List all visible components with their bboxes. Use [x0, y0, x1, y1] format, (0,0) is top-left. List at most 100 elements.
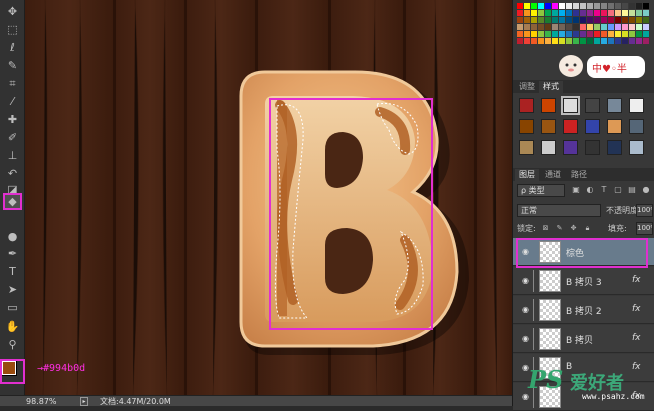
marquee-icon[interactable]: ⬚	[3, 21, 22, 38]
color-swatch[interactable]	[636, 10, 642, 16]
pen-icon[interactable]: ✒	[3, 245, 22, 262]
color-swatch[interactable]	[531, 24, 537, 30]
visibility-eye-icon[interactable]: ◉	[520, 305, 531, 314]
color-swatch[interactable]	[580, 38, 586, 44]
color-swatch[interactable]	[643, 3, 649, 9]
shape-filter-icon[interactable]: ▢	[613, 185, 623, 195]
color-swatch[interactable]	[587, 38, 593, 44]
history-brush-icon[interactable]: ↶	[3, 165, 22, 182]
color-swatch[interactable]	[552, 38, 558, 44]
color-swatch[interactable]	[594, 31, 600, 37]
layer-effects-icon[interactable]: fx	[632, 333, 641, 343]
color-swatch[interactable]	[524, 31, 530, 37]
path-select-icon[interactable]: ➤	[3, 281, 22, 298]
color-swatch[interactable]	[566, 10, 572, 16]
color-swatch[interactable]	[517, 17, 523, 23]
style-preset[interactable]	[563, 140, 578, 155]
color-swatch[interactable]	[559, 17, 565, 23]
type-filter-icon[interactable]: T	[599, 185, 609, 195]
color-swatch[interactable]	[559, 24, 565, 30]
color-swatch[interactable]	[608, 31, 614, 37]
pixel-filter-icon[interactable]: ▣	[571, 185, 581, 195]
style-preset[interactable]	[585, 98, 600, 113]
color-swatch[interactable]	[524, 17, 530, 23]
color-swatch[interactable]	[566, 31, 572, 37]
color-swatch[interactable]	[643, 38, 649, 44]
color-swatch[interactable]	[517, 3, 523, 9]
crop-icon[interactable]: ⌗	[3, 75, 22, 92]
paint-bucket-icon[interactable]: ◆	[3, 193, 22, 210]
color-swatch[interactable]	[608, 17, 614, 23]
color-swatch[interactable]	[643, 10, 649, 16]
layer-name[interactable]: B 拷贝 2	[566, 304, 602, 317]
visibility-eye-icon[interactable]: ◉	[520, 334, 531, 343]
color-swatch[interactable]	[636, 17, 642, 23]
color-swatch[interactable]	[538, 24, 544, 30]
color-swatch[interactable]	[580, 3, 586, 9]
lock-transparent-icon[interactable]: ⊠	[541, 224, 550, 233]
color-swatch[interactable]	[587, 3, 593, 9]
tab-styles[interactable]: 样式	[539, 81, 563, 93]
color-swatch[interactable]	[608, 24, 614, 30]
move-icon[interactable]: ✥	[3, 3, 22, 20]
color-swatch[interactable]	[545, 24, 551, 30]
color-swatch[interactable]	[629, 10, 635, 16]
color-swatch[interactable]	[552, 24, 558, 30]
style-preset[interactable]	[607, 119, 622, 134]
color-swatch[interactable]	[580, 31, 586, 37]
color-swatch[interactable]	[538, 17, 544, 23]
color-swatch[interactable]	[622, 24, 628, 30]
color-swatch[interactable]	[517, 38, 523, 44]
layer-row[interactable]: ◉ B 拷贝 3 fx	[513, 267, 654, 295]
filter-toggle-icon[interactable]: ●	[641, 185, 651, 195]
color-swatch[interactable]	[601, 10, 607, 16]
tab-paths[interactable]: 路径	[567, 169, 591, 181]
color-swatch[interactable]	[573, 38, 579, 44]
color-swatch[interactable]	[559, 3, 565, 9]
color-swatch[interactable]	[580, 24, 586, 30]
color-swatch[interactable]	[601, 31, 607, 37]
style-preset[interactable]	[629, 98, 644, 113]
color-swatch[interactable]	[566, 38, 572, 44]
style-preset[interactable]	[607, 98, 622, 113]
layer-thumbnail[interactable]	[539, 299, 561, 321]
opacity-input[interactable]: 100%	[636, 204, 653, 217]
layer-effects-icon[interactable]: fx	[632, 304, 641, 314]
tab-layers[interactable]: 图层	[515, 169, 539, 181]
style-preset[interactable]	[541, 119, 556, 134]
visibility-eye-icon[interactable]: ◉	[520, 276, 531, 285]
color-swatch[interactable]	[594, 3, 600, 9]
color-swatch[interactable]	[559, 31, 565, 37]
tab-adjustments[interactable]: 调整	[515, 81, 539, 93]
color-swatch[interactable]	[573, 3, 579, 9]
eyedropper-icon[interactable]: ⁄	[3, 93, 22, 110]
color-swatch[interactable]	[594, 38, 600, 44]
color-swatch[interactable]	[629, 3, 635, 9]
color-swatch[interactable]	[608, 38, 614, 44]
color-swatch[interactable]	[629, 17, 635, 23]
color-swatch[interactable]	[531, 17, 537, 23]
color-swatch[interactable]	[517, 24, 523, 30]
style-preset[interactable]	[585, 119, 600, 134]
shape-icon[interactable]: ▭	[3, 299, 22, 316]
color-swatch[interactable]	[601, 3, 607, 9]
style-preset[interactable]	[607, 140, 622, 155]
color-swatch[interactable]	[643, 24, 649, 30]
color-swatch[interactable]	[552, 10, 558, 16]
color-swatch[interactable]	[545, 3, 551, 9]
style-preset[interactable]	[519, 98, 534, 113]
quick-select-icon[interactable]: ✎	[3, 57, 22, 74]
color-swatch[interactable]	[622, 17, 628, 23]
color-swatch[interactable]	[587, 10, 593, 16]
color-swatch[interactable]	[601, 24, 607, 30]
blend-mode-select[interactable]: 正常	[517, 204, 601, 217]
color-swatch[interactable]	[524, 38, 530, 44]
layer-thumbnail[interactable]	[539, 270, 561, 292]
color-swatch[interactable]	[580, 17, 586, 23]
zoom-icon[interactable]: ⚲	[3, 336, 22, 353]
lock-position-icon[interactable]: ✥	[569, 224, 578, 233]
color-swatch[interactable]	[615, 38, 621, 44]
style-preset[interactable]	[541, 140, 556, 155]
style-preset[interactable]	[585, 140, 600, 155]
style-preset[interactable]	[519, 140, 534, 155]
